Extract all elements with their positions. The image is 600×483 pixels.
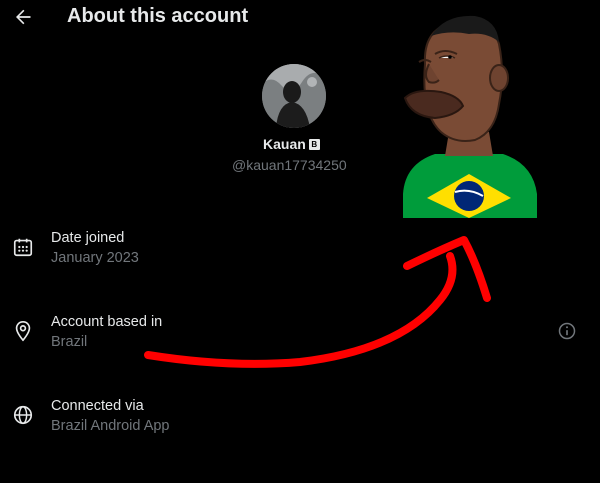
meme-sticker-image [403, 15, 537, 218]
display-name: Kauan B [263, 136, 320, 152]
account-based-in-label: Account based in [51, 314, 163, 330]
connected-via-value: Brazil Android App [51, 418, 170, 434]
globe-icon [13, 405, 33, 425]
display-name-text: Kauan [263, 136, 306, 152]
page-title: About this account [67, 5, 249, 27]
avatar[interactable] [262, 64, 326, 128]
detail-row-date-joined: Date joined January 2023 [0, 228, 600, 288]
location-pin-icon [15, 321, 31, 342]
detail-row-account-based-in: Account based in Brazil [0, 312, 600, 372]
flag-badge-icon: B [308, 138, 320, 150]
detail-row-connected-via: Connected via Brazil Android App [0, 396, 600, 456]
calendar-icon [13, 238, 33, 257]
arrow-left-icon [16, 9, 31, 25]
back-button[interactable] [8, 2, 38, 32]
date-joined-value: January 2023 [51, 250, 139, 266]
account-based-in-value: Brazil [51, 334, 88, 350]
date-joined-label: Date joined [51, 230, 125, 246]
handle: @kauan17734250 [232, 157, 347, 173]
connected-via-label: Connected via [51, 398, 144, 414]
info-icon[interactable] [557, 321, 577, 341]
